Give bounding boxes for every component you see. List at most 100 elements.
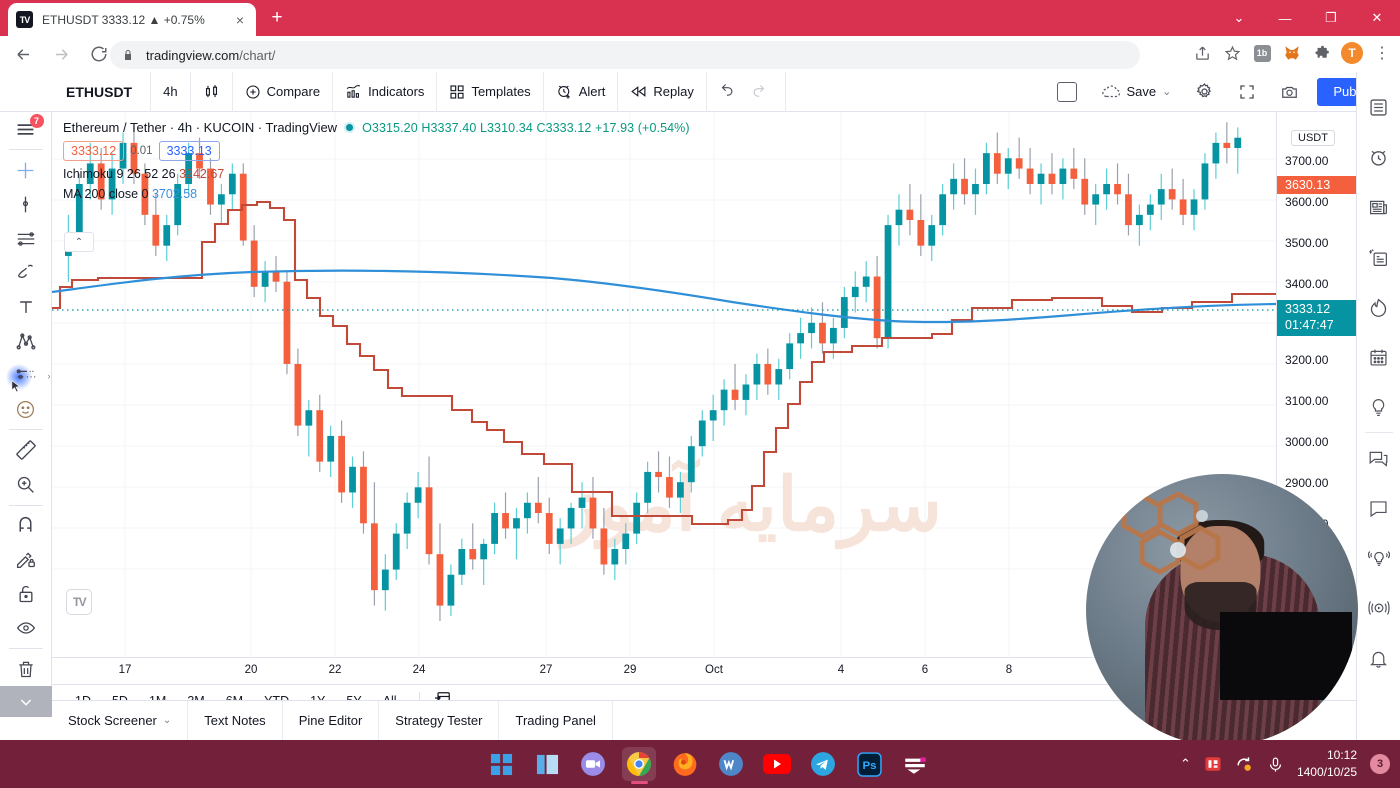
redo-icon[interactable] [750,83,767,101]
telegram-button[interactable] [806,747,840,781]
browser-menu-icon[interactable]: ⋮ [1368,39,1396,67]
forward-icon[interactable] [46,39,76,69]
interval-button[interactable]: 4h [151,71,191,112]
measure-tool-button[interactable] [0,433,52,467]
photoshop-button[interactable]: Ps [852,747,886,781]
chart-style-button[interactable] [191,71,233,112]
clock[interactable]: 10:12 1400/10/25 [1297,747,1357,781]
tray-app-icon[interactable] [1204,755,1222,773]
tab-stock-screener[interactable]: Stock Screener ⌄ [52,700,189,741]
time-tick: 6 [921,664,929,676]
text-tool-button[interactable] [0,290,52,324]
alerts-button[interactable] [1357,132,1400,182]
collapse-rail-button[interactable] [0,686,52,717]
tray-chevron-icon[interactable]: ⌃ [1180,756,1191,772]
tab-text-notes[interactable]: Text Notes [188,700,283,741]
tab-strategy-tester[interactable]: Strategy Tester [379,700,500,741]
share-icon[interactable] [1188,39,1216,67]
text-tool-icon [19,301,32,313]
trend-line-tool-button[interactable] [0,187,52,221]
tab-trading-panel[interactable]: Trading Panel [499,700,613,741]
candle-body [316,410,324,462]
prediction-tool-button[interactable]: › [0,358,52,393]
lock-drawings-button[interactable] [0,577,52,611]
save-button[interactable]: Save ⌄ [1089,72,1184,112]
youtube-button[interactable] [760,747,794,781]
legend-collapse-button[interactable]: ⌃ [64,232,94,252]
chevron-down-icon[interactable]: ⌄ [1216,0,1262,36]
single-layout-icon [1056,81,1077,102]
chevron-down-icon[interactable]: ⌄ [1162,85,1171,98]
candle-body [1168,189,1176,200]
candle-body [556,528,564,544]
candle-body [644,471,651,503]
streams-button[interactable] [1357,583,1400,633]
emoji-tool-button[interactable] [0,392,52,426]
watchlist-button[interactable] [1357,82,1400,132]
back-icon[interactable] [8,39,38,69]
meet-button[interactable] [576,747,610,781]
telegram-icon [811,752,835,776]
remove-drawings-button[interactable] [0,652,52,686]
currency-chip[interactable]: USDT [1291,130,1335,146]
fib-tool-button[interactable] [0,221,52,255]
public-chats-button[interactable] [1357,433,1400,483]
time-scale[interactable]: 17 20 22 24 27 29 Oct 4 6 8 [52,657,1276,685]
firefox-button[interactable] [668,747,702,781]
crosshair-tool-button[interactable] [0,153,52,187]
start-button[interactable] [484,747,518,781]
extension-badge-icon[interactable]: 1b [1248,39,1276,67]
hide-drawings-button[interactable] [0,611,52,645]
calendar-button[interactable] [1357,332,1400,382]
private-chats-button[interactable] [1357,483,1400,533]
extensions-puzzle-icon[interactable] [1308,39,1336,67]
undo-icon[interactable] [719,82,736,102]
alert-button[interactable]: Alert [544,71,619,112]
candle-body [698,420,706,447]
snapshot-button[interactable] [1268,72,1311,112]
tab-pine-editor[interactable]: Pine Editor [283,700,380,741]
avatar[interactable]: T [1338,39,1366,67]
maximize-icon[interactable]: ❐ [1308,0,1354,36]
replay-label: Replay [653,84,694,99]
compare-button[interactable]: Compare [233,71,334,112]
hotlist-button[interactable] [1357,282,1400,332]
wps-button[interactable] [714,747,748,781]
notification-badge[interactable]: 3 [1370,754,1390,774]
browser-tab[interactable]: TV ETHUSDT 3333.12 ▲ +0.75% × [8,3,256,36]
data-window-button[interactable] [1357,232,1400,282]
tray-sync-icon[interactable] [1235,755,1254,774]
patterns-tool-button[interactable] [0,324,52,358]
cursor-menu-button[interactable]: 7 [0,112,52,146]
bookmark-star-icon[interactable] [1218,39,1246,67]
ideas-stream-button[interactable] [1357,533,1400,583]
chevron-down-icon[interactable]: ⌄ [163,715,171,726]
templates-button[interactable]: Templates [437,71,544,112]
microphone-icon[interactable] [1267,756,1284,773]
settings-button[interactable] [1183,72,1226,112]
candle-body [819,322,826,344]
address-bar[interactable]: tradingview.com/chart/ [110,41,1140,69]
close-icon[interactable]: × [232,12,248,28]
symbol-button[interactable]: ETHUSDT [52,71,152,112]
ideas-button[interactable] [1357,382,1400,432]
chevron-right-icon[interactable]: › [48,371,51,381]
zoom-tool-button[interactable] [0,468,52,502]
metamask-fox-icon[interactable] [1278,39,1306,67]
minimize-icon[interactable]: — [1262,0,1308,36]
news-button[interactable] [1357,182,1400,232]
indicators-button[interactable]: Indicators [333,71,438,112]
replay-button[interactable]: Replay [618,71,707,112]
notifications-button[interactable] [1357,633,1400,683]
stay-drawing-mode-button[interactable] [0,543,52,577]
close-window-icon[interactable]: ✕ [1354,0,1400,36]
broadcast-icon [1367,601,1390,615]
camtasia-button[interactable] [898,747,932,781]
task-view-button[interactable] [530,747,564,781]
new-tab-button[interactable]: + [266,8,288,30]
magnet-button[interactable] [0,509,52,543]
layout-button[interactable] [1045,72,1089,112]
fullscreen-button[interactable] [1226,72,1268,112]
chrome-button[interactable] [622,747,656,784]
brush-tool-button[interactable] [0,256,52,290]
